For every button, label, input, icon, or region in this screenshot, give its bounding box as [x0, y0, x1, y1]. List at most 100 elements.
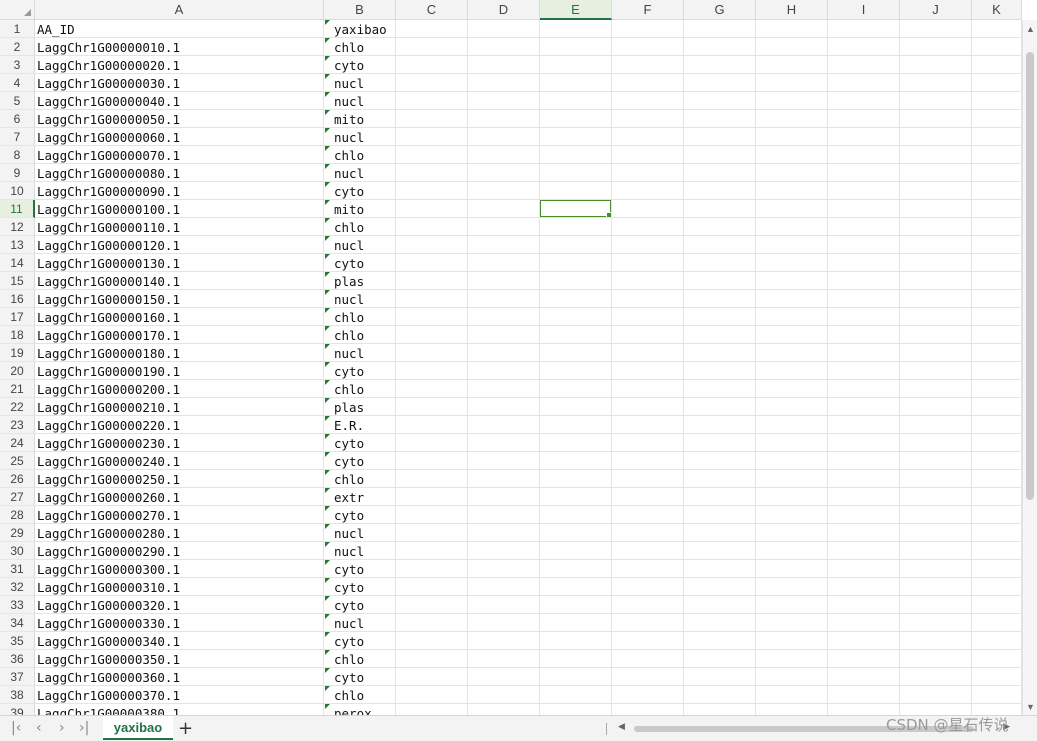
cell-a[interactable]: LaggChr1G00000270.1 — [35, 506, 322, 524]
cell-b[interactable]: cyto — [332, 56, 426, 74]
cell-b[interactable]: nucl — [332, 74, 426, 92]
text-number-warning-icon[interactable] — [325, 92, 330, 97]
cell-b[interactable]: chlo — [332, 686, 426, 704]
text-number-warning-icon[interactable] — [325, 146, 330, 151]
cell-a[interactable]: LaggChr1G00000130.1 — [35, 254, 322, 272]
cell-b[interactable]: chlo — [332, 470, 426, 488]
row-header[interactable]: 2 — [0, 38, 35, 56]
cell-a[interactable]: LaggChr1G00000170.1 — [35, 326, 322, 344]
cell-b[interactable]: mito — [332, 110, 426, 128]
row-header[interactable]: 24 — [0, 434, 35, 452]
cell-a[interactable]: LaggChr1G00000200.1 — [35, 380, 322, 398]
cell-b[interactable]: chlo — [332, 380, 426, 398]
row-header[interactable]: 11 — [0, 200, 35, 218]
cell-a[interactable]: LaggChr1G00000190.1 — [35, 362, 322, 380]
cell-a[interactable]: LaggChr1G00000180.1 — [35, 344, 322, 362]
cell-a[interactable]: LaggChr1G00000310.1 — [35, 578, 322, 596]
text-number-warning-icon[interactable] — [325, 542, 330, 547]
cell-a[interactable]: LaggChr1G00000070.1 — [35, 146, 322, 164]
prev-sheet-icon[interactable]: ‹ — [36, 720, 42, 736]
column-header-e[interactable]: E — [540, 0, 612, 20]
text-number-warning-icon[interactable] — [325, 362, 330, 367]
row-header[interactable]: 35 — [0, 632, 35, 650]
cell-b[interactable]: cyto — [332, 596, 426, 614]
text-number-warning-icon[interactable] — [325, 434, 330, 439]
row-header[interactable]: 30 — [0, 542, 35, 560]
column-header-a[interactable]: A — [35, 0, 324, 20]
cell-b[interactable]: cyto — [332, 560, 426, 578]
scroll-left-icon[interactable]: ◀ — [618, 721, 625, 732]
cell-a[interactable]: LaggChr1G00000290.1 — [35, 542, 322, 560]
text-number-warning-icon[interactable] — [325, 380, 330, 385]
cell-a[interactable]: LaggChr1G00000260.1 — [35, 488, 322, 506]
text-number-warning-icon[interactable] — [325, 74, 330, 79]
text-number-warning-icon[interactable] — [325, 236, 330, 241]
row-header[interactable]: 37 — [0, 668, 35, 686]
cell-b[interactable]: cyto — [332, 254, 426, 272]
cell-a[interactable]: LaggChr1G00000300.1 — [35, 560, 322, 578]
text-number-warning-icon[interactable] — [325, 110, 330, 115]
column-header-d[interactable]: D — [468, 0, 540, 20]
scroll-down-icon[interactable]: ▼ — [1026, 702, 1035, 712]
cell-b[interactable]: chlo — [332, 218, 426, 236]
cell-a[interactable]: LaggChr1G00000210.1 — [35, 398, 322, 416]
column-header-h[interactable]: H — [756, 0, 828, 20]
row-header[interactable]: 23 — [0, 416, 35, 434]
cell-b[interactable]: cyto — [332, 434, 426, 452]
text-number-warning-icon[interactable] — [325, 254, 330, 259]
cell-a[interactable]: LaggChr1G00000320.1 — [35, 596, 322, 614]
cell-a[interactable]: LaggChr1G00000100.1 — [35, 200, 322, 218]
row-header[interactable]: 34 — [0, 614, 35, 632]
row-header[interactable]: 25 — [0, 452, 35, 470]
row-header[interactable]: 16 — [0, 290, 35, 308]
tab-scroll-divider[interactable] — [606, 723, 607, 735]
active-cell-selection[interactable] — [539, 199, 613, 219]
cell-a[interactable]: LaggChr1G00000370.1 — [35, 686, 322, 704]
text-number-warning-icon[interactable] — [325, 200, 330, 205]
text-number-warning-icon[interactable] — [325, 416, 330, 421]
cell-b[interactable]: perox — [332, 704, 426, 715]
text-number-warning-icon[interactable] — [325, 506, 330, 511]
row-header[interactable]: 21 — [0, 380, 35, 398]
last-sheet-icon[interactable]: ›| — [79, 720, 89, 736]
cell-b[interactable]: nucl — [332, 128, 426, 146]
cell-a[interactable]: LaggChr1G00000140.1 — [35, 272, 322, 290]
vertical-scroll-thumb[interactable] — [1026, 52, 1034, 500]
cell-b[interactable]: nucl — [332, 344, 426, 362]
cell-a[interactable]: LaggChr1G00000050.1 — [35, 110, 322, 128]
text-number-warning-icon[interactable] — [325, 38, 330, 43]
cell-a[interactable]: LaggChr1G00000340.1 — [35, 632, 322, 650]
cell-a[interactable]: LaggChr1G00000350.1 — [35, 650, 322, 668]
row-header[interactable]: 26 — [0, 470, 35, 488]
row-header[interactable]: 3 — [0, 56, 35, 74]
text-number-warning-icon[interactable] — [325, 326, 330, 331]
cell-a[interactable]: LaggChr1G00000160.1 — [35, 308, 322, 326]
cell-b[interactable]: chlo — [332, 326, 426, 344]
text-number-warning-icon[interactable] — [325, 272, 330, 277]
column-header-g[interactable]: G — [684, 0, 756, 20]
cell-b[interactable]: cyto — [332, 506, 426, 524]
text-number-warning-icon[interactable] — [325, 308, 330, 313]
column-header-k[interactable]: K — [972, 0, 1022, 20]
row-header[interactable]: 27 — [0, 488, 35, 506]
cell-a[interactable]: LaggChr1G00000010.1 — [35, 38, 322, 56]
row-header[interactable]: 18 — [0, 326, 35, 344]
text-number-warning-icon[interactable] — [325, 128, 330, 133]
text-number-warning-icon[interactable] — [325, 632, 330, 637]
row-header[interactable]: 15 — [0, 272, 35, 290]
cell-b[interactable]: nucl — [332, 92, 426, 110]
sheet-tab-yaxibao[interactable]: yaxibao — [103, 716, 173, 740]
cell-b[interactable]: E.R. — [332, 416, 426, 434]
column-header-c[interactable]: C — [396, 0, 468, 20]
text-number-warning-icon[interactable] — [325, 344, 330, 349]
cell-a[interactable]: LaggChr1G00000220.1 — [35, 416, 322, 434]
row-header[interactable]: 36 — [0, 650, 35, 668]
row-header[interactable]: 20 — [0, 362, 35, 380]
cell-grid[interactable]: AA_ID yaxibao LaggChr1G00000010.1 chlo LaggC… — [35, 20, 1022, 715]
row-header[interactable]: 4 — [0, 74, 35, 92]
text-number-warning-icon[interactable] — [325, 614, 330, 619]
cell-b[interactable]: nucl — [332, 290, 426, 308]
vertical-scrollbar[interactable]: ▲ ▼ — [1022, 20, 1037, 715]
cell-a[interactable]: LaggChr1G00000360.1 — [35, 668, 322, 686]
cell-a[interactable]: LaggChr1G00000250.1 — [35, 470, 322, 488]
